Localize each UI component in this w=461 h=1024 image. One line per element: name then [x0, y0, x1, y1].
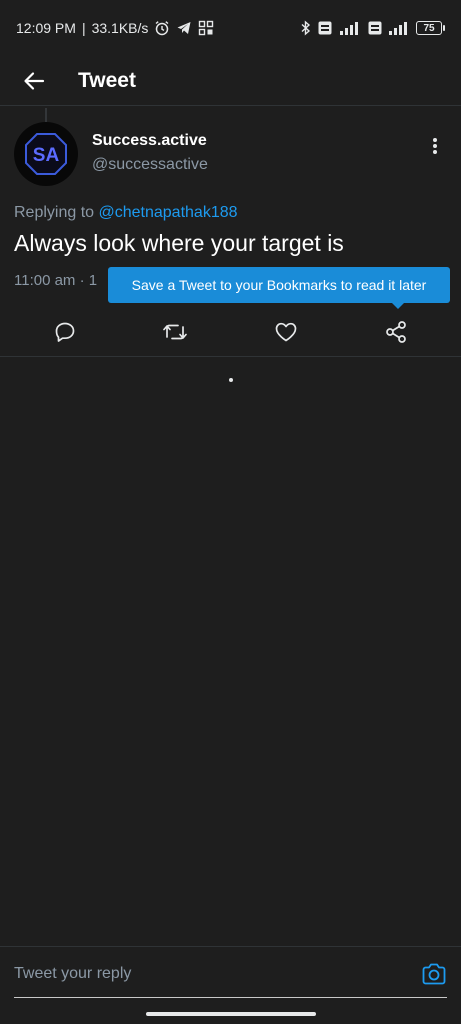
more-vertical-icon — [433, 138, 437, 154]
replying-prefix: Replying to — [14, 204, 95, 221]
tweet-timestamp[interactable]: 11:00 am · 1 — [14, 272, 97, 289]
back-arrow-icon — [24, 71, 45, 90]
signal-icon — [388, 21, 410, 35]
reply-input[interactable] — [14, 957, 374, 991]
reply-underline — [14, 997, 447, 998]
battery-icon: 75 — [416, 21, 445, 35]
more-options-button[interactable] — [423, 134, 447, 158]
reply-button[interactable] — [40, 310, 90, 354]
battery-level: 75 — [416, 21, 442, 35]
status-separator: | — [81, 20, 86, 36]
like-button[interactable] — [261, 310, 311, 354]
bluetooth-icon — [300, 20, 312, 36]
retweet-button[interactable] — [150, 310, 200, 354]
alarm-icon — [154, 20, 170, 36]
status-bar: 12:09 PM | 33.1KB/s 75 — [0, 0, 461, 56]
top-app-bar: Tweet — [0, 56, 461, 106]
author-handle[interactable]: @successactive — [92, 156, 208, 174]
telegram-icon — [176, 20, 192, 36]
camera-button[interactable] — [421, 961, 447, 987]
status-left: 12:09 PM | 33.1KB/s — [16, 20, 214, 36]
battery-tip — [443, 25, 445, 31]
tweet-action-bar — [0, 307, 461, 357]
app-grid-icon — [198, 20, 214, 36]
status-right: 75 — [300, 20, 445, 36]
avatar[interactable]: SA — [14, 122, 78, 186]
retweet-icon — [163, 324, 188, 339]
author-row: SA Success.active @successactive — [0, 122, 461, 186]
status-speed: 33.1KB/s — [91, 20, 149, 36]
replying-to-mention[interactable]: @chetnapathak188 — [99, 204, 238, 221]
avatar-logo: SA — [25, 133, 67, 175]
like-icon — [275, 322, 296, 341]
loading-indicator — [229, 378, 233, 382]
camera-icon — [422, 963, 446, 985]
bookmark-tooltip[interactable]: Save a Tweet to your Bookmarks to read i… — [108, 267, 450, 303]
volte-icon — [318, 21, 332, 35]
share-button[interactable] — [371, 310, 421, 354]
status-time: 12:09 PM — [16, 20, 76, 36]
reply-composer — [0, 946, 461, 1000]
share-icon — [386, 320, 406, 343]
author-display-name[interactable]: Success.active — [92, 132, 208, 150]
volte-icon — [368, 21, 382, 35]
replying-to: Replying to @chetnapathak188 — [0, 204, 461, 222]
tweet-text: Always look where your target is — [14, 230, 344, 256]
back-button[interactable] — [14, 61, 54, 101]
author-info: Success.active @successactive — [92, 132, 208, 174]
signal-icon — [338, 21, 362, 35]
page-title: Tweet — [78, 68, 136, 92]
home-indicator[interactable] — [146, 1012, 316, 1016]
svg-text:SA: SA — [33, 145, 60, 166]
thread-connector-line — [45, 108, 47, 122]
reply-icon — [55, 322, 75, 342]
